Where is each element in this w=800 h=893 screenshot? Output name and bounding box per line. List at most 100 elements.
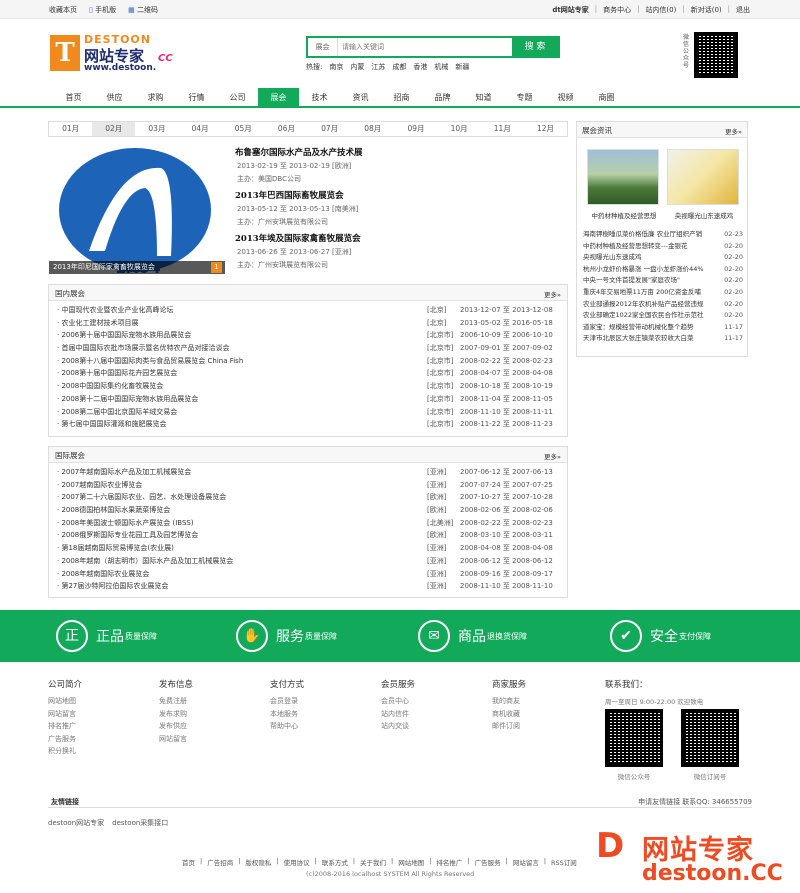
- month-tab[interactable]: 01月: [49, 122, 92, 136]
- list-item[interactable]: 重庆4年交易地票11万亩 200亿资金反哺 02-20: [583, 287, 743, 299]
- footer-link[interactable]: 网站留言: [48, 709, 82, 722]
- month-tab[interactable]: 10月: [438, 122, 481, 136]
- mobile-link[interactable]: ▯ 手机版: [89, 5, 116, 15]
- hot-word[interactable]: 内蒙: [350, 62, 364, 72]
- hot-word[interactable]: 机械: [434, 62, 448, 72]
- footer-link[interactable]: 广告服务: [48, 734, 82, 747]
- slide-index[interactable]: 1: [211, 262, 222, 273]
- list-item[interactable]: · 2008年越南国际农业展览会 [亚洲] 2008-09-16 至 2008-09…: [49, 568, 567, 581]
- bottom-link[interactable]: 网站地图: [398, 857, 424, 867]
- search-button[interactable]: 搜 索: [512, 38, 558, 56]
- month-tab[interactable]: 09月: [394, 122, 437, 136]
- hot-word[interactable]: 成都: [392, 62, 406, 72]
- footer-link[interactable]: 帮助中心: [270, 721, 304, 734]
- list-item[interactable]: · 2008第十八届中国国际肉类与食品贸易展览会 China Fish [北京市]…: [49, 355, 567, 368]
- month-tab-active[interactable]: 02月: [92, 122, 136, 136]
- list-item[interactable]: · 2008中国国际集约化畜牧展览会 [北京市] 2008-10-18 至 2008…: [49, 380, 567, 393]
- month-tab[interactable]: 04月: [179, 122, 222, 136]
- list-item[interactable]: · 2008年美国波士顿国际水产展览会 (IBSS) [北美洲] 2008-02-2…: [49, 517, 567, 530]
- footer-link[interactable]: 发布供应: [159, 721, 193, 734]
- bookmark-link[interactable]: 收藏本页: [49, 5, 77, 15]
- inbox-link[interactable]: 站内信(0): [645, 5, 676, 15]
- nav-item-news[interactable]: 资讯: [340, 88, 381, 108]
- site-name-link[interactable]: dt网站专家: [552, 5, 588, 15]
- footer-link[interactable]: 站内交谈: [381, 721, 415, 734]
- list-item[interactable]: · 2008德国柏林国际水果蔬菜博览会 [欧洲] 2008-02-06 至 2008…: [49, 504, 567, 517]
- list-item[interactable]: 天津市北辰区大张庄镇菜农较收大白菜 11-17: [583, 333, 743, 345]
- footer-link[interactable]: 发布求购: [159, 709, 193, 722]
- nav-item-know[interactable]: 知道: [463, 88, 504, 108]
- news-thumbnail[interactable]: 中药材种植及经营思想: [587, 149, 659, 220]
- featured-title[interactable]: 2013年埃及国际家禽畜牧展览会: [235, 232, 565, 244]
- qrcode-link[interactable]: ▦ 二维码: [128, 5, 158, 15]
- site-logo[interactable]: T DESTOON 网站专家 www.destoon. CC: [48, 33, 178, 77]
- search-input[interactable]: [342, 40, 512, 54]
- bottom-link[interactable]: 网站留言: [513, 857, 539, 867]
- more-link[interactable]: 更多»: [725, 126, 742, 136]
- footer-link[interactable]: 排名推广: [48, 721, 82, 734]
- footer-link[interactable]: 商机收藏: [492, 709, 526, 722]
- thumbnail-caption[interactable]: 央视曝光山东速成鸡: [664, 210, 744, 220]
- bottom-link[interactable]: 联系方式: [322, 857, 348, 867]
- bottom-link[interactable]: 版权隐私: [245, 857, 271, 867]
- nav-item-home[interactable]: 首页: [53, 88, 94, 108]
- bottom-link[interactable]: 使用协议: [284, 857, 310, 867]
- nav-item-invest[interactable]: 招商: [381, 88, 422, 108]
- nav-item-buy[interactable]: 求购: [135, 88, 176, 108]
- list-item[interactable]: 农业部确定1022家全国农民合作社示范社 02-20: [583, 310, 743, 322]
- month-tab[interactable]: 08月: [351, 122, 394, 136]
- list-item[interactable]: · 第18届越南国际贸易博览会(农业展) [亚洲] 2008-04-08 至 200…: [49, 542, 567, 555]
- bottom-link[interactable]: 排名推广: [436, 857, 462, 867]
- list-item[interactable]: 杭州小龙虾价格暴涨 一盘小龙虾涨价44% 02-20: [583, 264, 743, 276]
- bottom-link[interactable]: RSS订阅: [551, 857, 577, 867]
- month-tab[interactable]: 06月: [265, 122, 308, 136]
- nav-item-circle[interactable]: 商圈: [586, 88, 627, 108]
- month-tab[interactable]: 11月: [481, 122, 524, 136]
- friend-link[interactable]: destoon采集接口: [112, 818, 168, 828]
- nav-item-supply[interactable]: 供应: [94, 88, 135, 108]
- featured-title[interactable]: 布鲁塞尔国际水产品及水产技术展: [235, 146, 565, 158]
- footer-link[interactable]: 邮件订阅: [492, 721, 526, 734]
- logout-link[interactable]: 退出: [736, 5, 750, 15]
- list-item[interactable]: · 2006第十届中国国际宠物水族用品展览会 [北京市] 2006-10-09 至 …: [49, 329, 567, 342]
- list-item[interactable]: · 中国现代农业暨农业产业化高峰论坛 [北京] 2013-12-07 至 2013-…: [49, 304, 567, 317]
- list-item[interactable]: 央视曝光山东速成鸡 02-20: [583, 252, 743, 264]
- more-link[interactable]: 更多»: [544, 289, 561, 299]
- list-item[interactable]: 中央一号文件首提发展"家庭农场" 02-20: [583, 275, 743, 287]
- footer-link[interactable]: 会员中心: [381, 696, 415, 709]
- apply-friend-link[interactable]: 申请友情链接 联系QQ: 346655709: [638, 797, 752, 807]
- list-item[interactable]: 农业部通报2012年农机补贴产品经营违规 02-20: [583, 299, 743, 311]
- nav-item-company[interactable]: 公司: [217, 88, 258, 108]
- nav-item-brand[interactable]: 品牌: [422, 88, 463, 108]
- list-item[interactable]: · 2007第二十六届国际农业、园艺、水处理设备展览会 [欧洲] 2007-10-2…: [49, 491, 567, 504]
- list-item[interactable]: · 农业化工建材技术项目展 [北京] 2013-05-02 至 2016-05-18: [49, 317, 567, 330]
- nav-item-tech[interactable]: 技术: [299, 88, 340, 108]
- list-item[interactable]: · 2007越南国际农业博览会 [亚洲] 2007-07-24 至 2007-07-…: [49, 479, 567, 492]
- footer-link[interactable]: 我的商友: [492, 696, 526, 709]
- bottom-link[interactable]: 首页: [182, 857, 195, 867]
- hot-word[interactable]: 南京: [329, 62, 343, 72]
- list-item[interactable]: · 第27届沙特阿拉伯国际农业展览会 [亚洲] 2008-11-10 至 2008-…: [49, 580, 567, 593]
- list-item[interactable]: · 2008第十届中国国际花卉园艺展览会 [北京市] 2008-04-07 至 20…: [49, 367, 567, 380]
- list-item[interactable]: · 2008第十二届中国国际宠物水族用品展览会 [北京市] 2008-11-04 至…: [49, 393, 567, 406]
- list-item[interactable]: 道家宝：规模经营带动机械化整个趋势 11-17: [583, 322, 743, 334]
- month-tab[interactable]: 07月: [308, 122, 351, 136]
- new-chat-link[interactable]: 新对话(0): [691, 5, 722, 15]
- footer-link[interactable]: 站内信件: [381, 709, 415, 722]
- footer-link[interactable]: 积分换礼: [48, 746, 82, 759]
- list-item[interactable]: · 2007年越南国际水产品及加工机械展览会 [亚洲] 2007-06-12 至 2…: [49, 466, 567, 479]
- search-category-select[interactable]: 展会: [308, 38, 338, 56]
- bottom-link[interactable]: 关于我们: [360, 857, 386, 867]
- nav-item-exhibition[interactable]: 展会: [258, 88, 299, 108]
- footer-link[interactable]: 网站留言: [159, 734, 193, 747]
- nav-item-quote[interactable]: 行情: [176, 88, 217, 108]
- featured-title[interactable]: 2013年巴西国际畜牧展览会: [235, 189, 565, 201]
- bottom-link[interactable]: 广告招商: [207, 857, 233, 867]
- list-item[interactable]: · 2008年越南（胡志明市）国际水产品及加工机械展览会 [亚洲] 2008-06-…: [49, 555, 567, 568]
- list-item[interactable]: · 首届中国国际农批市场展示暨名优特农产品对接洽谈会 [北京市] 2007-09-0…: [49, 342, 567, 355]
- business-center-link[interactable]: 商务中心: [603, 5, 631, 15]
- list-item[interactable]: 海南钾樹唾瓜菜价格低廉 农业厅组织产销 02-23: [583, 229, 743, 241]
- nav-item-video[interactable]: 视频: [545, 88, 586, 108]
- footer-link[interactable]: 网站地图: [48, 696, 82, 709]
- news-thumbnail[interactable]: 央视曝光山东速成鸡: [667, 149, 739, 220]
